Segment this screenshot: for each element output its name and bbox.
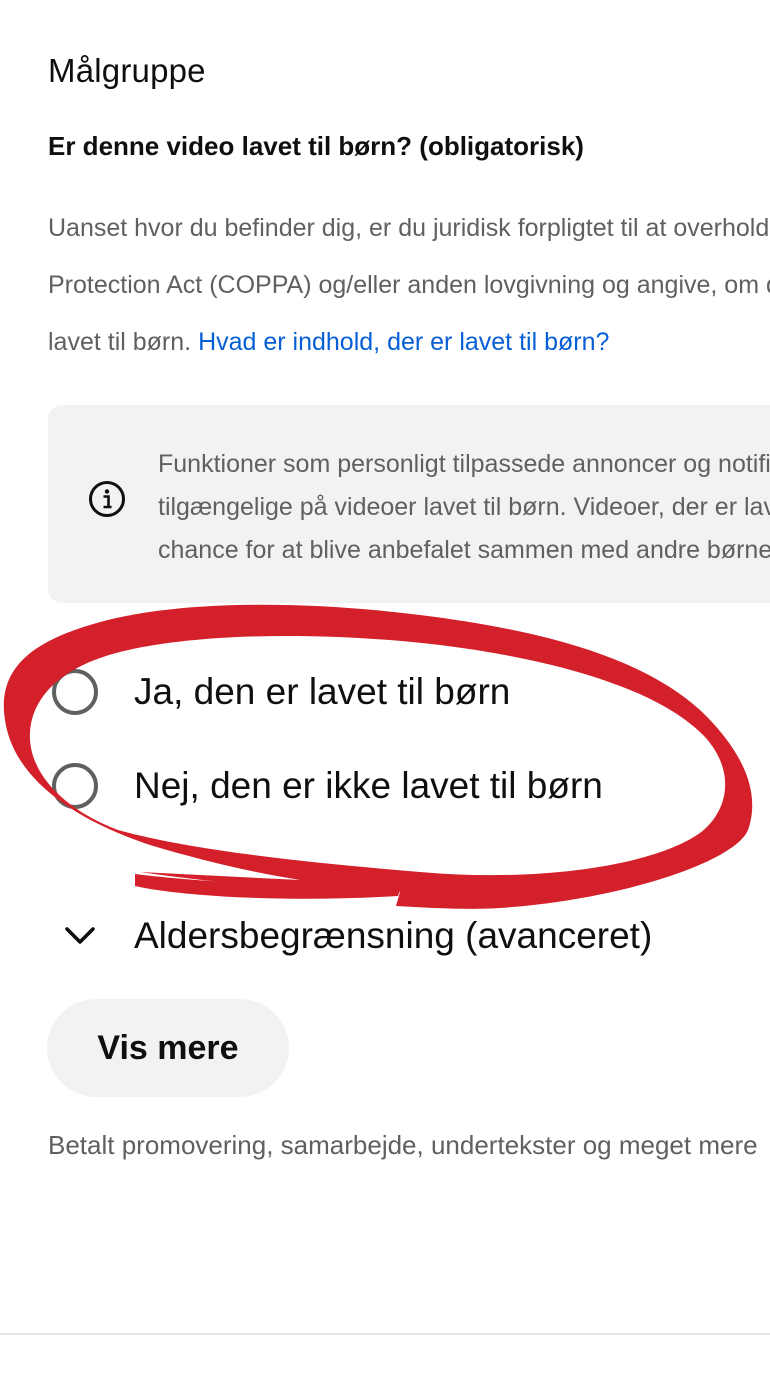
audience-settings-page: Målgruppe Er denne video lavet til børn?… [0, 0, 770, 1396]
radio-made-for-kids-no[interactable]: Nej, den er ikke lavet til børn [52, 758, 603, 814]
made-for-kids-help-link[interactable]: Hvad er indhold, der er lavet til børn? [198, 328, 609, 356]
annotation-stroke [3, 604, 753, 909]
info-line: Funktioner som personligt tilpassede ann… [158, 450, 770, 478]
info-line: chance for at blive anbefalet sammen med… [158, 536, 770, 564]
chevron-down-icon [65, 927, 95, 944]
divider [0, 1333, 770, 1335]
radio-button[interactable] [52, 669, 98, 715]
radio-label: Ja, den er lavet til børn [134, 671, 511, 712]
radio-made-for-kids-yes[interactable]: Ja, den er lavet til børn [52, 664, 510, 720]
radio-label: Nej, den er ikke lavet til børn [134, 765, 603, 806]
description-line: lavet til børn. Hvad er indhold, der er … [48, 314, 770, 371]
description-line: Uanset hvor du befinder dig, er du jurid… [48, 214, 770, 242]
info-line: tilgængelige på videoer lavet til børn. … [158, 493, 770, 521]
radio-button[interactable] [52, 763, 98, 809]
more-options-summary: Betalt promovering, samarbejde, undertek… [48, 1130, 758, 1160]
show-more-button[interactable]: Vis mere [47, 999, 289, 1097]
made-for-kids-question: Er denne video lavet til børn? (obligato… [48, 131, 584, 161]
description-line: Protection Act (COPPA) og/eller anden lo… [48, 271, 770, 299]
description-text: lavet til børn. [48, 328, 199, 356]
section-title: Målgruppe [48, 52, 206, 89]
info-icon [89, 481, 125, 517]
annotation-stroke [135, 874, 402, 899]
age-restriction-label: Aldersbegrænsning (avanceret) [134, 915, 653, 956]
info-notice-text: Funktioner som personligt tilpassede ann… [158, 443, 770, 572]
info-notice: Funktioner som personligt tilpassede ann… [48, 405, 770, 603]
age-restriction-toggle[interactable]: Aldersbegrænsning (avanceret) [60, 906, 652, 966]
coppa-description: Uanset hvor du befinder dig, er du jurid… [48, 200, 770, 371]
